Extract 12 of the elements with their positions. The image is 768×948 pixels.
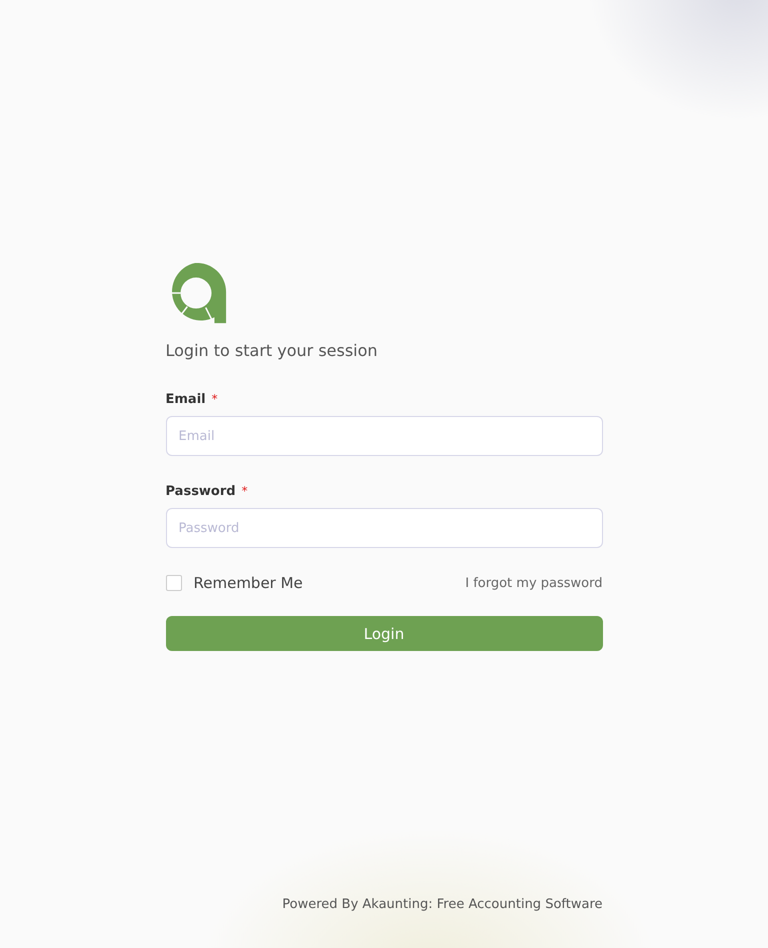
field-label: Email xyxy=(166,392,206,406)
input-field[interactable]: Email xyxy=(166,416,602,456)
remember-label: Remember Me xyxy=(194,574,303,592)
field-label: Password xyxy=(166,484,236,498)
checkbox[interactable] xyxy=(166,575,182,591)
required-mark: * xyxy=(242,484,248,498)
footer-text: Powered By Akaunting: Free Accounting Software xyxy=(282,897,602,912)
login-button[interactable]: Login xyxy=(166,616,602,651)
input-field[interactable]: Password xyxy=(166,508,602,548)
required-mark: * xyxy=(212,392,218,406)
subtitle: Login to start your session xyxy=(166,341,379,360)
forgot-password-link[interactable]: I forgot my password xyxy=(465,576,602,590)
